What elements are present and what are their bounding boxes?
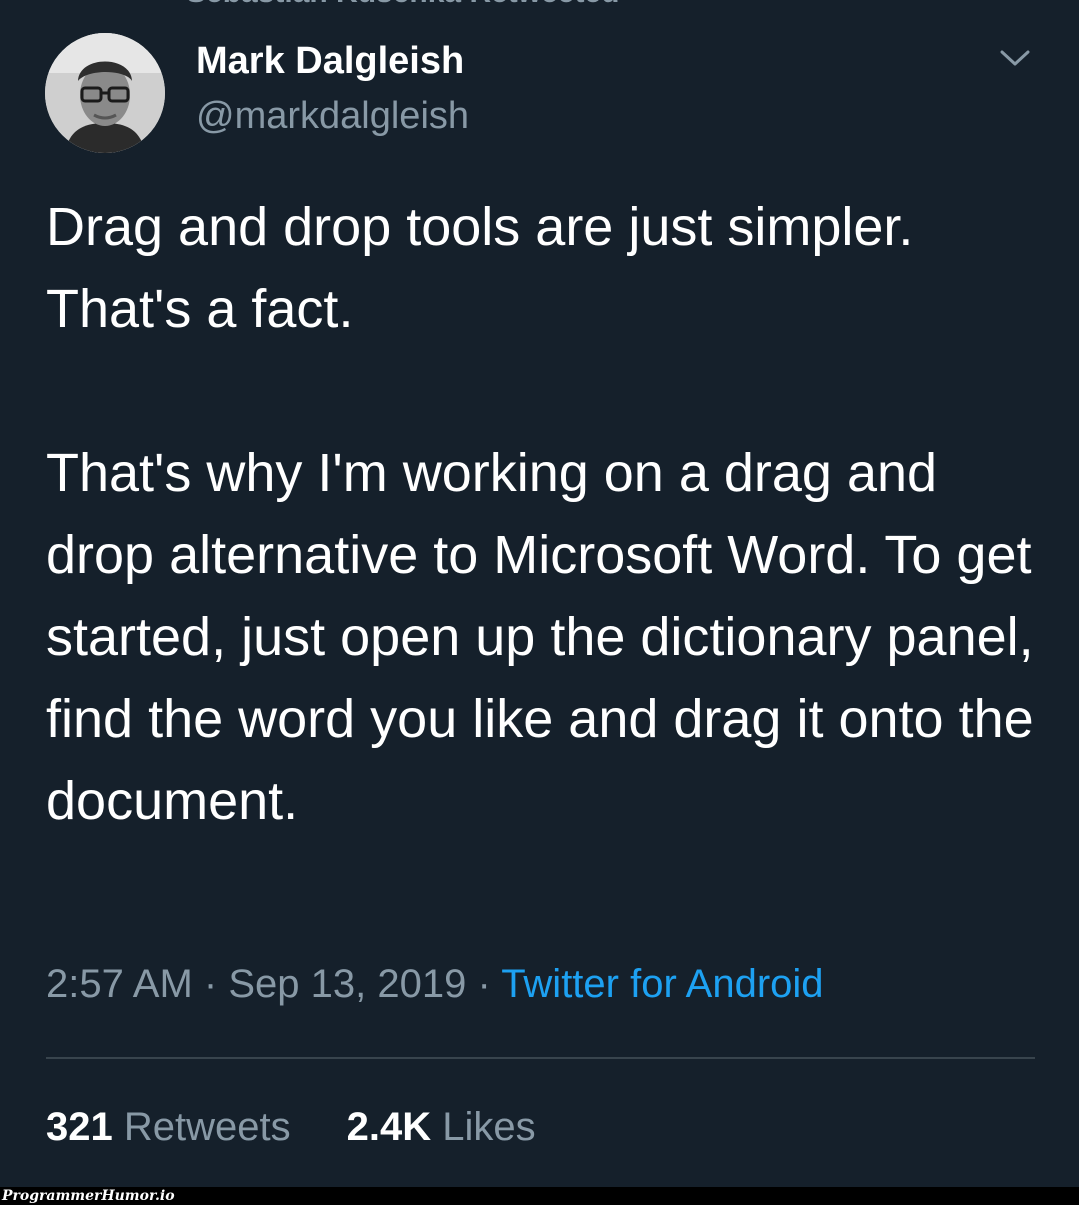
author-handle[interactable]: @markdalgleish: [196, 95, 469, 138]
avatar-photo: [45, 33, 165, 153]
meta-separator: ·: [203, 962, 218, 1006]
tweet-time: 2:57 AM: [46, 962, 193, 1006]
likes-label: Likes: [442, 1105, 536, 1149]
watermark-bar: ProgrammerHumor.io: [0, 1187, 1079, 1205]
meta-separator: ·: [477, 962, 491, 1006]
avatar[interactable]: [45, 33, 165, 153]
tweet-paragraph: That's why I'm working on a drag and dro…: [46, 443, 1034, 831]
retweet-banner-text: Sebastian Kuschka Retweeted: [186, 0, 620, 10]
watermark: ProgrammerHumor.io: [2, 1188, 175, 1204]
divider: [46, 1057, 1035, 1059]
likes-count: 2.4K: [346, 1105, 432, 1149]
retweets-count: 321: [46, 1105, 113, 1149]
tweet-source-link[interactable]: Twitter for Android: [501, 962, 823, 1006]
retweets-stat[interactable]: 321 Retweets: [46, 1105, 291, 1150]
chevron-down-icon[interactable]: [996, 44, 1034, 72]
tweet-paragraph: Drag and drop tools are just simpler. Th…: [46, 197, 914, 339]
tweet-meta: 2:57 AM · Sep 13, 2019 · Twitter for And…: [46, 962, 824, 1007]
tweet-date: Sep 13, 2019: [228, 962, 467, 1006]
tweet-text: Drag and drop tools are just simpler. Th…: [46, 186, 1036, 842]
retweet-icon: [140, 0, 174, 10]
retweet-banner[interactable]: Sebastian Kuschka Retweeted: [140, 0, 620, 10]
likes-stat[interactable]: 2.4K Likes: [347, 1105, 536, 1150]
retweets-label: Retweets: [123, 1105, 291, 1149]
tweet-stats: 321 Retweets 2.4K Likes: [46, 1105, 536, 1150]
author-name[interactable]: Mark Dalgleish: [196, 40, 464, 83]
